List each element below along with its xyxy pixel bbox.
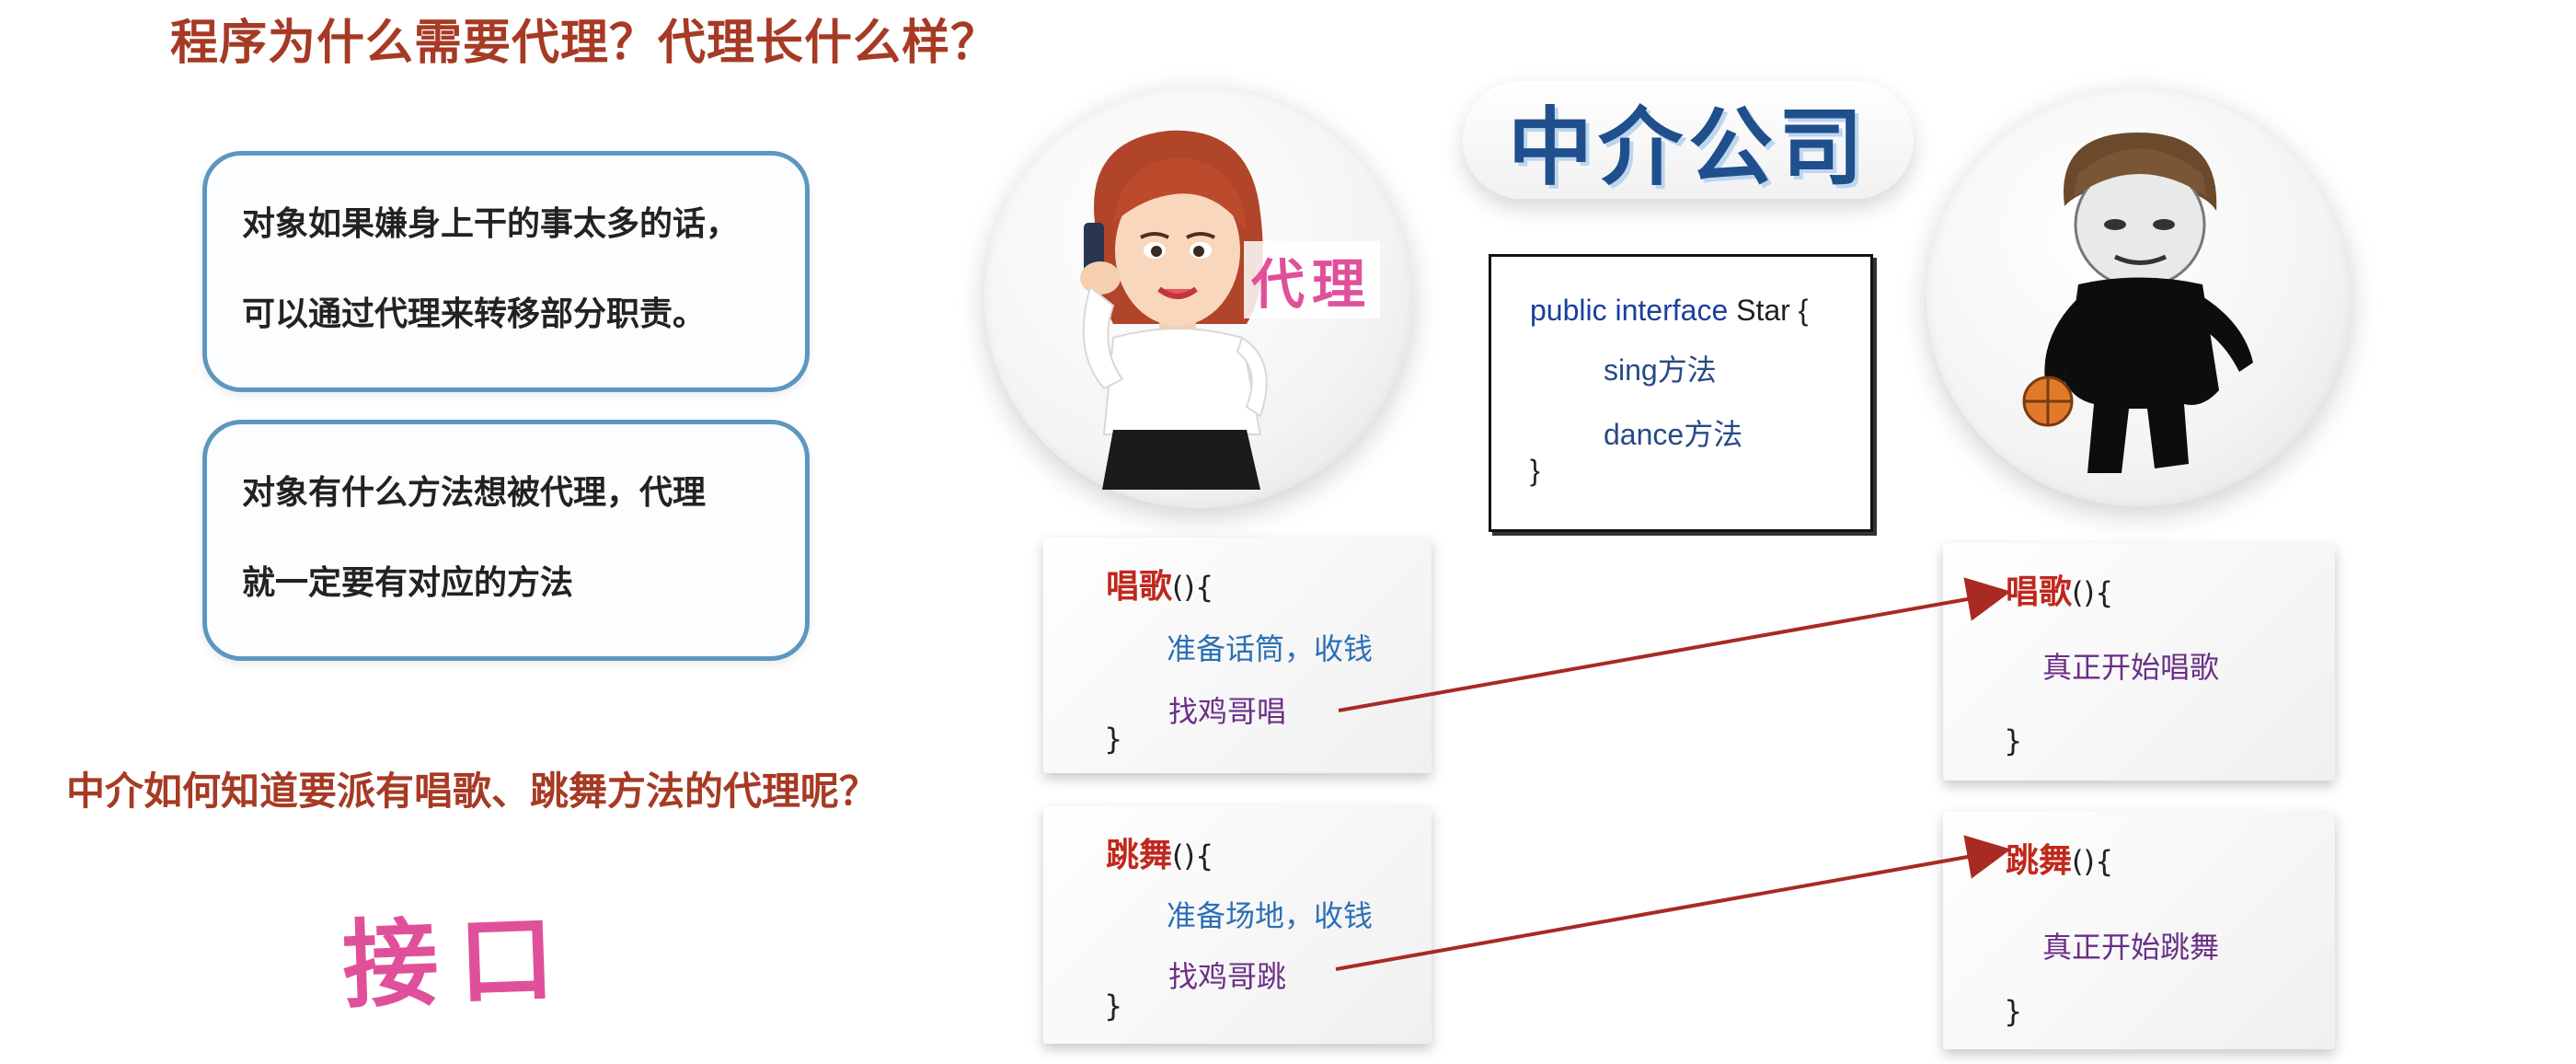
arrow-dance xyxy=(1335,835,2011,971)
arrow-sing xyxy=(1338,577,2011,712)
delegation-arrows xyxy=(1335,577,2011,971)
